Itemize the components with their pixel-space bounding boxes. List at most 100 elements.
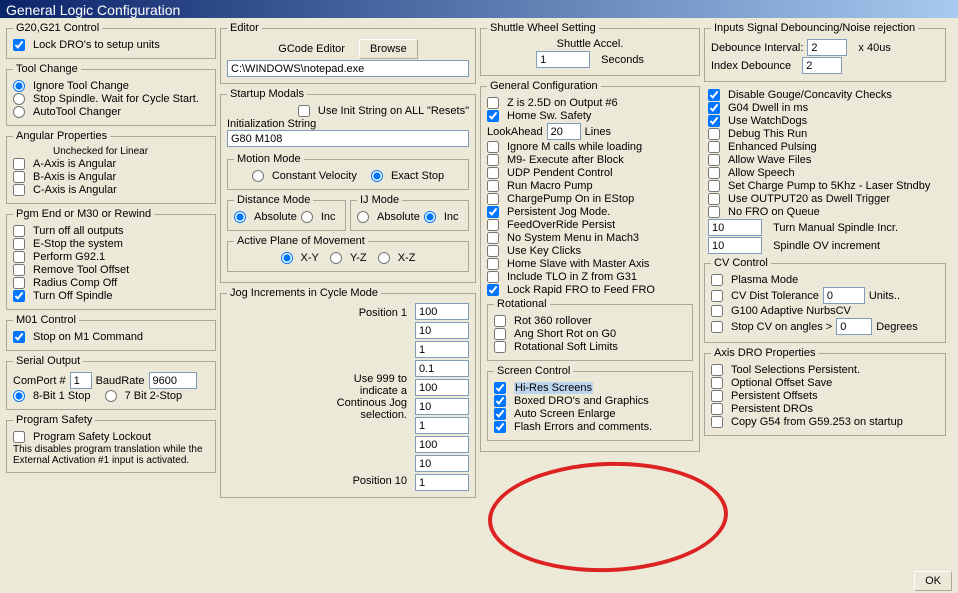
turnoff-spindle-checkbox[interactable] xyxy=(13,290,25,302)
rotsoft-checkbox[interactable] xyxy=(494,341,506,353)
ignore-toolchange-radio[interactable] xyxy=(13,80,25,92)
rot360-checkbox[interactable] xyxy=(494,315,506,327)
radius-comp-checkbox[interactable] xyxy=(13,277,25,289)
index-debounce-input[interactable] xyxy=(802,57,842,74)
lookahead-input[interactable] xyxy=(547,123,581,140)
output20-checkbox[interactable] xyxy=(708,193,720,205)
init-string-input[interactable] xyxy=(227,130,469,147)
jog-input-3[interactable] xyxy=(415,360,469,377)
homesw-checkbox[interactable] xyxy=(487,110,499,122)
charge5k-checkbox[interactable] xyxy=(708,180,720,192)
plane-xy-radio[interactable] xyxy=(281,252,293,264)
wave-checkbox[interactable] xyxy=(708,154,720,166)
estop-checkbox[interactable] xyxy=(13,238,25,250)
disable-gouge-label: Disable Gouge/Concavity Checks xyxy=(728,89,892,101)
ij-inc-radio[interactable] xyxy=(424,211,436,223)
serial-7bit-radio[interactable] xyxy=(105,390,117,402)
lockout-checkbox[interactable] xyxy=(13,431,25,443)
jog-hint3: Continous Jog xyxy=(227,397,407,409)
fovr-checkbox[interactable] xyxy=(487,219,499,231)
screen-control-legend: Screen Control xyxy=(494,365,573,377)
toolchange-group: Tool Change Ignore Tool Change Stop Spin… xyxy=(6,63,216,126)
debounce-interval-input[interactable] xyxy=(807,39,847,56)
shuttle-accel-input[interactable] xyxy=(536,51,590,68)
b-axis-checkbox[interactable] xyxy=(13,171,25,183)
m9-checkbox[interactable] xyxy=(487,154,499,166)
stop-spindle-radio[interactable] xyxy=(13,93,25,105)
pdros-checkbox[interactable] xyxy=(711,403,723,415)
lock-dros-checkbox[interactable] xyxy=(13,39,25,51)
comport-input[interactable] xyxy=(70,372,92,389)
serial-8bit-radio[interactable] xyxy=(13,390,25,402)
jog-input-1[interactable] xyxy=(415,322,469,339)
ignore-m-checkbox[interactable] xyxy=(487,141,499,153)
plane-yz-radio[interactable] xyxy=(330,252,342,264)
turnoff-outputs-checkbox[interactable] xyxy=(13,225,25,237)
tlo-checkbox[interactable] xyxy=(487,271,499,283)
z25d-checkbox[interactable] xyxy=(487,97,499,109)
browse-button[interactable]: Browse xyxy=(359,39,418,59)
jog-input-2[interactable] xyxy=(415,341,469,358)
g04-checkbox[interactable] xyxy=(708,102,720,114)
c-axis-checkbox[interactable] xyxy=(13,184,25,196)
ok-button[interactable]: OK xyxy=(914,571,952,591)
poffsets-checkbox[interactable] xyxy=(711,390,723,402)
debug-checkbox[interactable] xyxy=(708,128,720,140)
editor-path-input[interactable] xyxy=(227,60,469,77)
jog-input-9[interactable] xyxy=(415,474,469,491)
autotool-radio[interactable] xyxy=(13,106,25,118)
stopcv-checkbox[interactable] xyxy=(711,321,723,333)
boxed-checkbox[interactable] xyxy=(494,395,506,407)
offsetsave-checkbox[interactable] xyxy=(711,377,723,389)
jog-input-4[interactable] xyxy=(415,379,469,396)
angshort-checkbox[interactable] xyxy=(494,328,506,340)
jog-input-8[interactable] xyxy=(415,455,469,472)
cv-radio[interactable] xyxy=(252,170,264,182)
nosys-checkbox[interactable] xyxy=(487,232,499,244)
a-axis-checkbox[interactable] xyxy=(13,158,25,170)
use-init-checkbox[interactable] xyxy=(298,105,310,117)
plasma-checkbox[interactable] xyxy=(711,274,723,286)
speech-checkbox[interactable] xyxy=(708,167,720,179)
nofro-checkbox[interactable] xyxy=(708,206,720,218)
autoenlarge-checkbox[interactable] xyxy=(494,408,506,420)
toolsel-checkbox[interactable] xyxy=(711,364,723,376)
hires-checkbox[interactable] xyxy=(494,382,506,394)
es-label: Exact Stop xyxy=(391,170,444,182)
spindle-ov-input[interactable] xyxy=(708,237,762,254)
keyclicks-checkbox[interactable] xyxy=(487,245,499,257)
speech-label: Allow Speech xyxy=(728,167,795,179)
remove-offset-checkbox[interactable] xyxy=(13,264,25,276)
stop-m1-checkbox[interactable] xyxy=(13,331,25,343)
g921-checkbox[interactable] xyxy=(13,251,25,263)
stopcv-input[interactable] xyxy=(836,318,872,335)
watchdogs-checkbox[interactable] xyxy=(708,115,720,127)
man-spindle-input[interactable] xyxy=(708,219,762,236)
es-radio[interactable] xyxy=(371,170,383,182)
ignore-m-label: Ignore M calls while loading xyxy=(507,141,642,153)
dist-abs-radio[interactable] xyxy=(234,211,246,223)
plane-xz-radio[interactable] xyxy=(378,252,390,264)
chargepump-checkbox[interactable] xyxy=(487,193,499,205)
pjog-checkbox[interactable] xyxy=(487,206,499,218)
homeslave-checkbox[interactable] xyxy=(487,258,499,270)
cv-tol-input[interactable] xyxy=(823,287,865,304)
editor-legend: Editor xyxy=(227,22,262,34)
disable-gouge-checkbox[interactable] xyxy=(708,89,720,101)
g100-checkbox[interactable] xyxy=(711,305,723,317)
pulsing-checkbox[interactable] xyxy=(708,141,720,153)
ij-abs-radio[interactable] xyxy=(357,211,369,223)
lockrapid-checkbox[interactable] xyxy=(487,284,499,296)
udp-checkbox[interactable] xyxy=(487,167,499,179)
runmacro-checkbox[interactable] xyxy=(487,180,499,192)
jog-input-0[interactable] xyxy=(415,303,469,320)
dist-inc-radio[interactable] xyxy=(301,211,313,223)
cv-tol-checkbox[interactable] xyxy=(711,290,723,302)
copyg54-checkbox[interactable] xyxy=(711,416,723,428)
jog-input-5[interactable] xyxy=(415,398,469,415)
baud-input[interactable] xyxy=(149,372,197,389)
jog-input-6[interactable] xyxy=(415,417,469,434)
flash-checkbox[interactable] xyxy=(494,421,506,433)
ij-mode-legend: IJ Mode xyxy=(357,194,402,206)
jog-input-7[interactable] xyxy=(415,436,469,453)
